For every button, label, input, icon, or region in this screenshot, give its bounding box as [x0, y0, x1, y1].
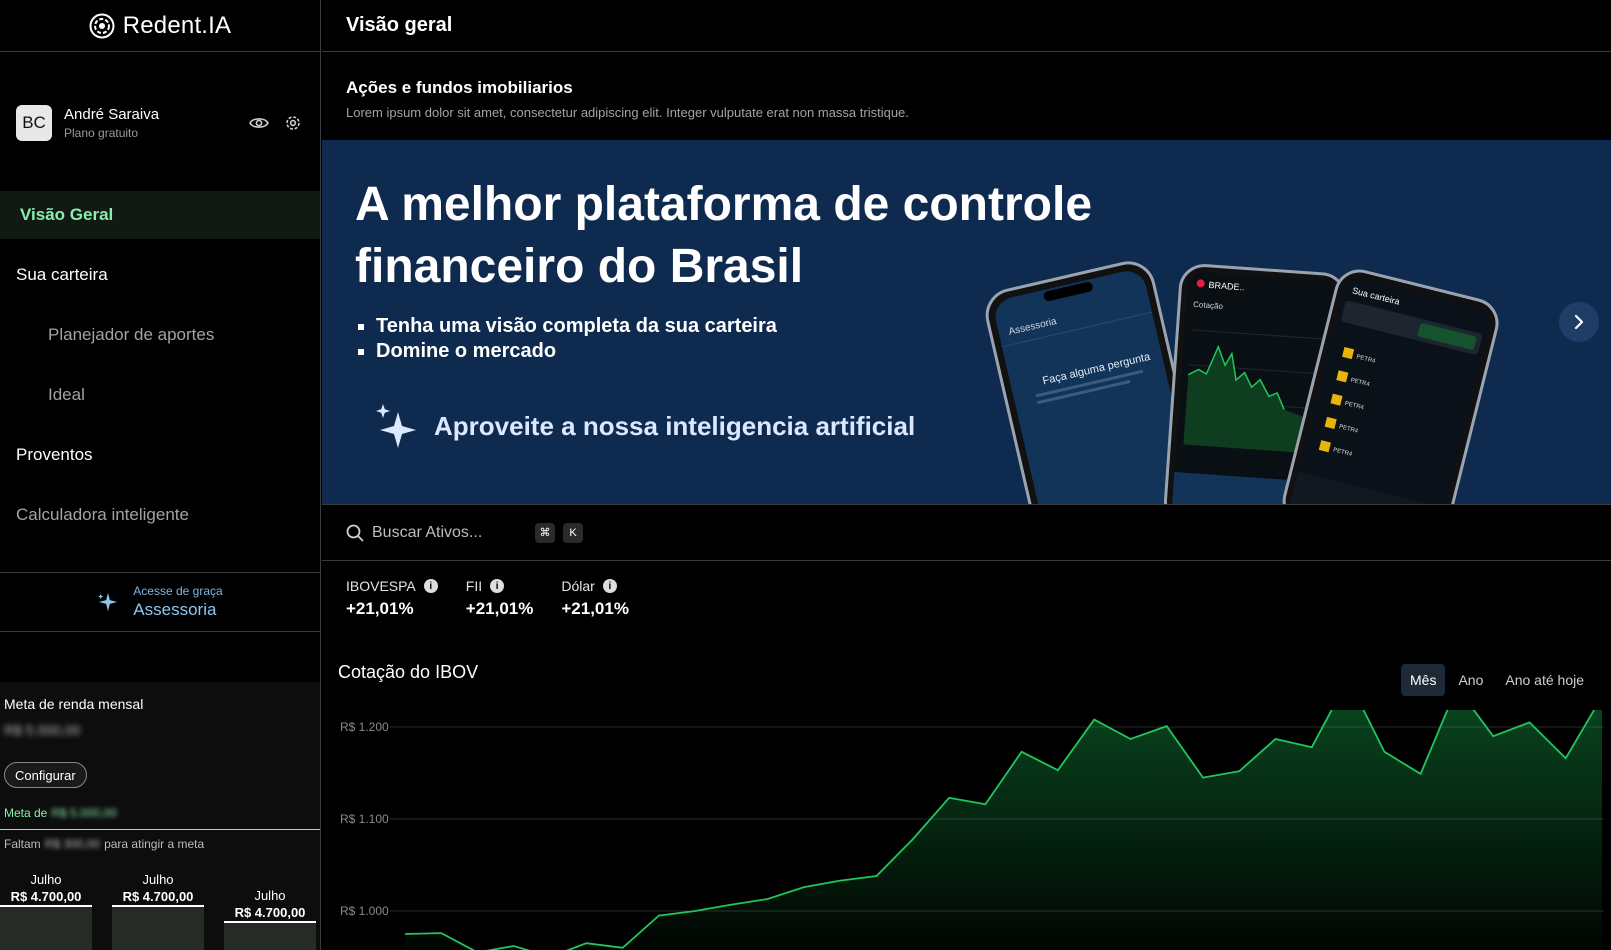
phones-illustration: Assessoria Faça alguma pergunta BRADE.. … [985, 261, 1499, 504]
profile-actions [248, 112, 304, 134]
search-input[interactable] [372, 523, 527, 542]
info-icon[interactable]: i [490, 579, 505, 593]
info-icon[interactable]: i [602, 579, 617, 593]
shortcut-key-cmd: ⌘ [535, 522, 555, 543]
brand-name: Redent.IA [122, 11, 232, 39]
gear-icon[interactable] [282, 112, 304, 134]
banner-next-button[interactable] [1559, 302, 1599, 342]
sidebar-item-visao-geral[interactable]: Visão Geral [0, 191, 320, 239]
goal-value: R$ 5.000,00 [4, 722, 81, 738]
month-name: Julho [142, 872, 174, 887]
month-column[interactable]: Julho R$ 4.700,00 [112, 872, 204, 950]
month-bar [224, 923, 316, 950]
sparkle-icon [98, 592, 118, 612]
index-label: Dólar i [561, 578, 629, 594]
month-column[interactable]: Julho R$ 4.700,00 [224, 888, 316, 950]
sparkle-icon [376, 404, 416, 448]
index-fii[interactable]: FII i +21,01% [466, 578, 534, 619]
income-goal-panel: Meta de renda mensal R$ 5.000,00 Configu… [0, 682, 320, 950]
brand[interactable]: Redent.IA [0, 0, 320, 52]
month-name: Julho [254, 888, 286, 903]
sidebar-item-sua-carteira[interactable]: Sua carteira [0, 251, 320, 299]
index-name: Dólar [561, 578, 595, 594]
chart-area [405, 710, 1602, 950]
sidebar-item-planejador[interactable]: Planejador de aportes [0, 311, 320, 359]
y-tick-label: R$ 1.100 [340, 812, 389, 826]
month-value: R$ 4.700,00 [122, 889, 194, 904]
section-title: Ações e fundos imobiliarios [346, 78, 573, 97]
month-bar [0, 907, 92, 950]
promo-banner[interactable]: A melhor plataforma de controle financei… [322, 140, 1611, 504]
info-icon[interactable]: i [423, 579, 438, 593]
y-tick-label: R$ 1.000 [340, 904, 389, 918]
tab-mes[interactable]: Mês [1401, 664, 1446, 696]
month-name: Julho [30, 872, 62, 887]
month-value: R$ 4.700,00 [234, 905, 306, 920]
banner-bullet: Domine o mercado [358, 339, 777, 364]
index-dolar[interactable]: Dólar i +21,01% [561, 578, 629, 619]
remaining-suffix: para atingir a meta [104, 837, 205, 851]
banner-bullet: Tenha uma visão completa da sua carteira [358, 314, 777, 339]
index-label: FII i [466, 578, 534, 594]
index-name: FII [465, 578, 483, 594]
sidebar-item-ideal[interactable]: Ideal [0, 371, 320, 419]
section-header: Ações e fundos imobiliarios Lorem ipsum … [346, 78, 909, 120]
user-profile: BC André Saraiva Plano gratuito [16, 100, 304, 146]
sidebar: Redent.IA BC André Saraiva Plano gratuit… [0, 0, 321, 950]
tab-ano[interactable]: Ano [1449, 664, 1492, 696]
banner-ai-callout: Aproveite a nossa inteligencia artificia… [372, 402, 915, 450]
index-value: +21,01% [346, 599, 414, 618]
month-value: R$ 4.700,00 [10, 889, 82, 904]
range-tabs: Mês Ano Ano até hoje [1401, 664, 1593, 696]
remaining-text: Faltam R$ 300,00 para atingir a meta [4, 837, 204, 851]
sidebar-nav: Visão Geral Sua carteira Planejador de a… [0, 191, 320, 551]
index-name: IBOVESPA [346, 578, 416, 594]
assessoria-link[interactable]: Acesse de graça Assessoria [0, 572, 320, 632]
profile-plan: Plano gratuito [64, 126, 139, 140]
month-bar [112, 907, 204, 950]
main-content: Visão geral Ações e fundos imobiliarios … [322, 0, 1611, 950]
banner-ai-text: Aproveite a nossa inteligencia artificia… [434, 410, 916, 441]
index-ibovespa[interactable]: IBOVESPA i +21,01% [346, 578, 438, 619]
avatar[interactable]: BC [16, 105, 52, 141]
chevron-right-icon [1574, 315, 1584, 329]
brand-logo-icon [89, 13, 115, 38]
ibov-chart[interactable]: R$ 1.200 R$ 1.100 R$ 1.000 [322, 710, 1611, 950]
month-column[interactable]: Julho R$ 4.700,00 [0, 872, 92, 950]
top-bar: Visão geral [322, 0, 1611, 52]
market-indices: IBOVESPA i +21,01% FII i +21,01% Dólar i +2… [346, 578, 657, 619]
monthly-bars: Julho R$ 4.700,00 Julho R$ 4.700,00 Julh… [0, 872, 320, 950]
page-title: Visão geral [346, 14, 453, 36]
sidebar-item-proventos[interactable]: Proventos [0, 431, 320, 479]
profile-text: André Saraiva Plano gratuito [64, 106, 248, 140]
index-value: +21,01% [561, 599, 629, 618]
assessoria-text: Acesse de graça Assessoria [133, 584, 222, 620]
index-label: IBOVESPA i [346, 578, 438, 594]
meta-line: Meta de R$ 5.000,00 [4, 806, 117, 820]
profile-name: André Saraiva [64, 106, 160, 123]
shortcut-key-k: K [563, 522, 583, 543]
goal-title: Meta de renda mensal [4, 696, 144, 712]
y-tick-label: R$ 1.200 [340, 720, 389, 734]
meta-value: R$ 5.000,00 [51, 806, 117, 820]
assessoria-label: Assessoria [133, 600, 217, 619]
banner-bullets: Tenha uma visão completa da sua carteira… [358, 314, 777, 364]
configure-button[interactable]: Configurar [4, 762, 87, 788]
eye-icon[interactable] [248, 112, 270, 134]
section-description: Lorem ipsum dolor sit amet, consectetur … [346, 105, 909, 120]
remaining-prefix: Faltam [4, 837, 41, 851]
app: Redent.IA BC André Saraiva Plano gratuit… [0, 0, 1611, 950]
chart-title: Cotação do IBOV [338, 662, 479, 682]
meta-prefix: Meta de [4, 806, 48, 820]
search-icon [346, 524, 364, 541]
search-bar: ⌘ K [322, 504, 1611, 561]
assessoria-caption: Acesse de graça [133, 584, 223, 598]
meta-progress-bar [0, 829, 320, 830]
index-value: +21,01% [465, 599, 534, 618]
sidebar-item-calculadora[interactable]: Calculadora inteligente [0, 491, 320, 539]
tab-ano-ate-hoje[interactable]: Ano até hoje [1496, 664, 1593, 696]
remaining-value: R$ 300,00 [44, 837, 101, 851]
